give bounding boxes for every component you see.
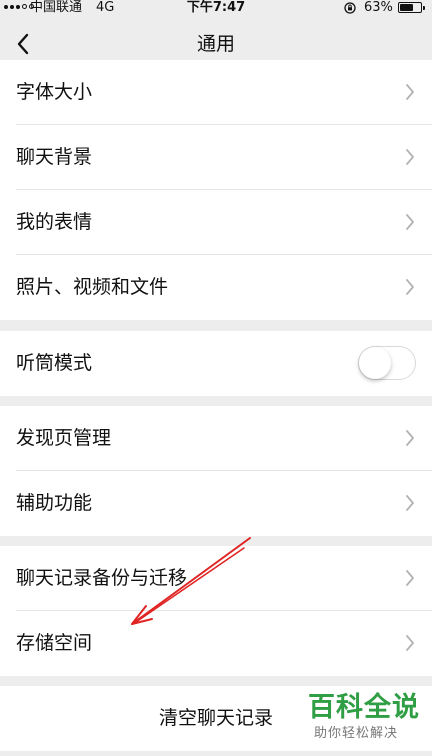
chevron-right-icon [406,214,414,230]
settings-group-display: 字体大小 聊天背景 我的表情 照片、视频和文件 [0,60,432,320]
toggle-knob [359,347,391,379]
settings-group-earpiece: 听筒模式 [0,331,432,396]
settings-item-font-size[interactable]: 字体大小 [0,60,432,125]
settings-item-label: 听筒模式 [16,352,93,374]
chevron-right-icon [406,635,414,651]
settings-item-accessibility[interactable]: 辅助功能 [0,471,432,536]
settings-item-chat-background[interactable]: 聊天背景 [0,125,432,190]
settings-group-discover: 发现页管理 辅助功能 [0,406,432,536]
page-title: 通用 [196,33,235,55]
settings-item-label: 辅助功能 [16,492,93,514]
orientation-lock-icon [344,2,356,14]
settings-item-label: 聊天背景 [16,146,93,168]
watermark-subtitle: 助你轻松解决 [314,726,399,741]
battery-icon [398,2,425,13]
chevron-right-icon [406,279,414,295]
settings-item-storage[interactable]: 存储空间 [0,611,432,676]
settings-item-label: 照片、视频和文件 [16,276,169,298]
chevron-right-icon [406,430,414,446]
battery-percent: 63% [364,0,393,15]
settings-item-discover-management[interactable]: 发现页管理 [0,406,432,471]
settings-item-label: 我的表情 [16,211,93,233]
settings-item-photos-videos-files[interactable]: 照片、视频和文件 [0,255,432,320]
earpiece-mode-toggle[interactable] [358,346,416,380]
settings-item-chat-backup-migration[interactable]: 聊天记录备份与迁移 [0,546,432,611]
settings-item-label: 字体大小 [16,81,93,103]
settings-item-label: 发现页管理 [16,427,112,449]
settings-item-earpiece-mode: 听筒模式 [0,331,432,396]
settings-item-my-stickers[interactable]: 我的表情 [0,190,432,255]
chevron-right-icon [406,495,414,511]
watermark-logo: 百科全说 助你轻松解决 [302,690,426,752]
watermark-title: 百科全说 [308,692,420,723]
status-bar: 中国联通 4G 下午7:47 63% [0,0,432,16]
chevron-right-icon [406,149,414,165]
chevron-right-icon [406,570,414,586]
settings-item-label: 聊天记录备份与迁移 [16,567,188,589]
settings-item-label: 存储空间 [16,632,93,654]
settings-group-storage: 聊天记录备份与迁移 存储空间 [0,546,432,676]
chevron-right-icon [406,84,414,100]
battery-fill [400,4,413,11]
